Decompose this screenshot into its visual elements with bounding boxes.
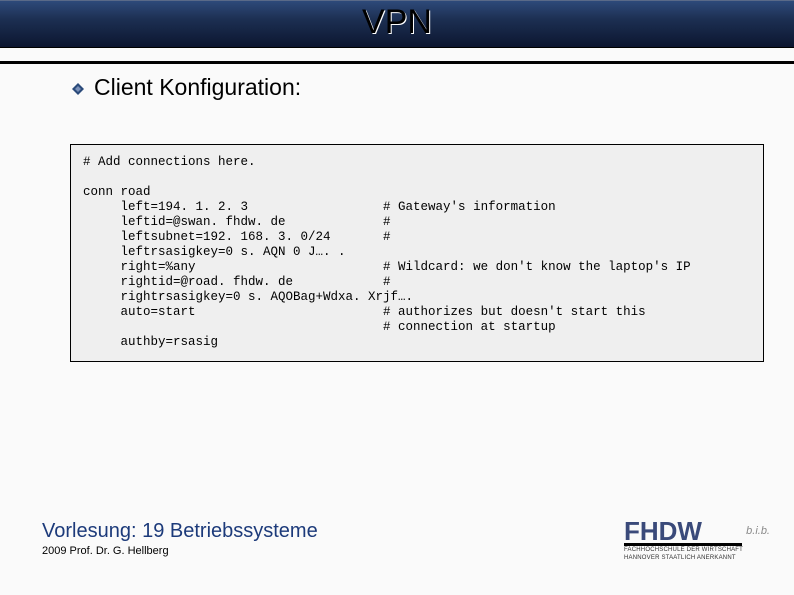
footer: Vorlesung: 19 Betriebssysteme 2009 Prof.… [42,520,318,557]
footer-title: Vorlesung: 19 Betriebssysteme [42,520,318,543]
horizontal-divider [0,61,794,64]
logo-text: FHDW [624,519,764,543]
footer-title-prefix: Vorlesung: [42,520,142,542]
footer-title-suffix: Betriebssysteme [164,520,317,542]
section-subtitle: Client Konfiguration: [94,74,301,101]
bullet-row: Client Konfiguration: [72,74,301,101]
footer-sub: 2009 Prof. Dr. G. Hellberg [42,545,318,557]
logo-sub2: HANNOVER STAATLICH ANERKANNT [624,555,764,562]
diamond-bullet-icon [72,82,84,94]
logo-sub1: FACHHOCHSCHULE DER WIRTSCHAFT [624,547,764,554]
config-code-block: # Add connections here. conn road left=1… [70,144,764,362]
bib-label: b.i.b. [746,525,770,537]
slide-title: VPN [0,0,794,44]
fhdw-logo: b.i.b. FHDW FACHHOCHSCHULE DER WIRTSCHAF… [624,519,764,565]
footer-title-number: 19 [142,520,164,542]
